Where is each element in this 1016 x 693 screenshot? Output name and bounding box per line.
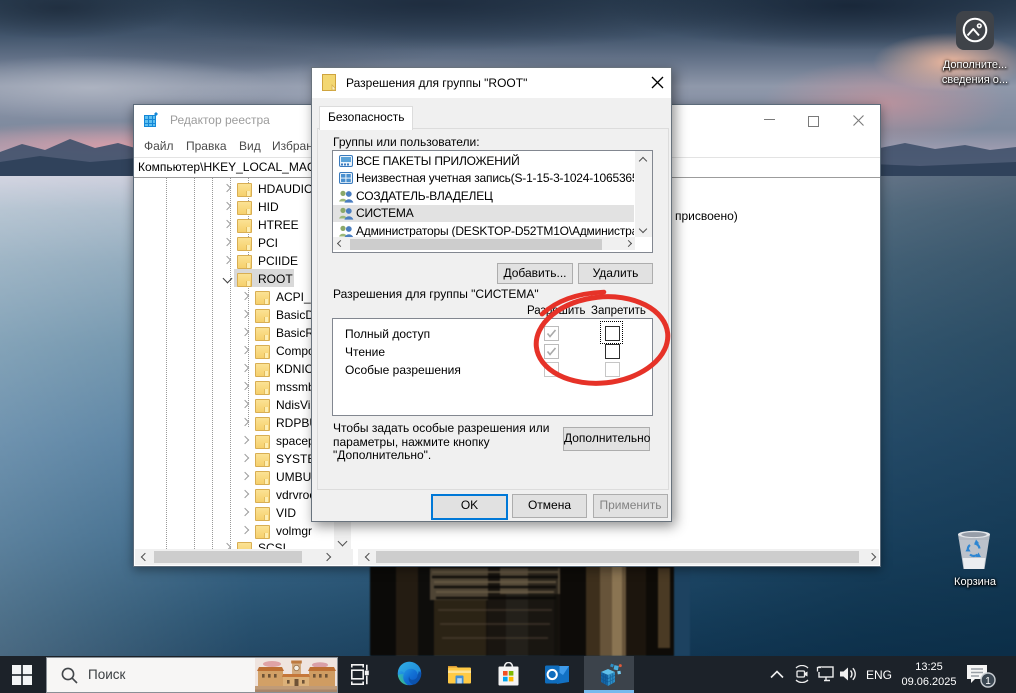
svg-text:1: 1	[985, 676, 991, 687]
